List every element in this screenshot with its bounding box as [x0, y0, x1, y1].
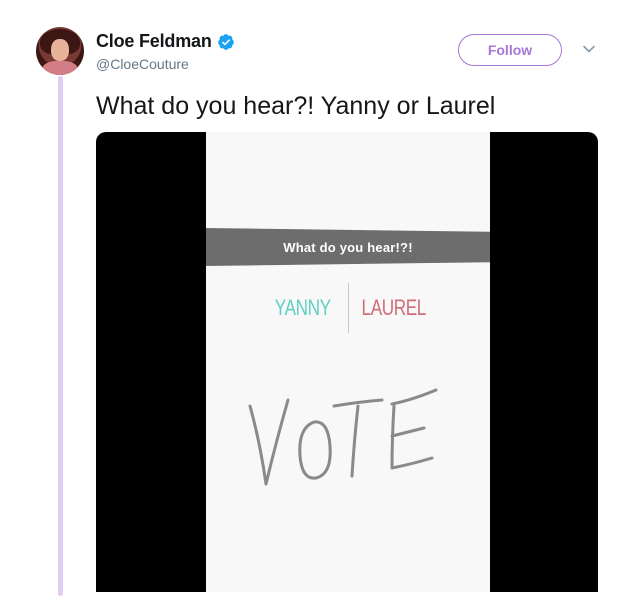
question-banner: What do you hear!?! [206, 228, 490, 266]
avatar-shirt [42, 61, 78, 75]
avatar-face [51, 39, 69, 61]
avatar[interactable] [36, 27, 84, 75]
poll-divider [347, 283, 349, 333]
thread-line [58, 76, 63, 596]
question-text: What do you hear!?! [283, 239, 413, 255]
poll-option-yanny[interactable]: YANNY [268, 295, 338, 321]
poll-option-laurel[interactable]: LAUREL [358, 295, 428, 321]
handwritten-vote [248, 388, 438, 486]
display-name[interactable]: Cloe Feldman [96, 31, 212, 52]
author-handle[interactable]: @CloeCouture [96, 56, 189, 72]
tweet-text: What do you hear?! Yanny or Laurel [96, 92, 496, 120]
poll: YANNY LAUREL [258, 282, 438, 334]
follow-button[interactable]: Follow [458, 34, 562, 66]
author-name-row: Cloe Feldman [96, 31, 235, 52]
story-frame: What do you hear!?! YANNY LAUREL [206, 132, 490, 592]
chevron-down-icon[interactable] [582, 42, 596, 56]
tweet-media-video[interactable]: What do you hear!?! YANNY LAUREL [96, 132, 598, 592]
verified-badge-icon [217, 33, 235, 51]
